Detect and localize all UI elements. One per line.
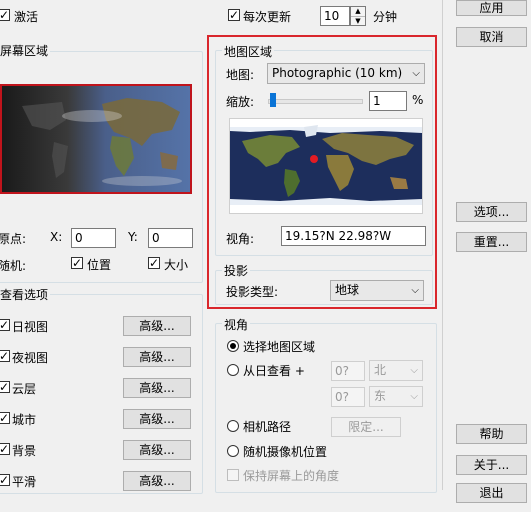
screen-preview[interactable]: [0, 84, 192, 194]
view-option-more-button[interactable]: 高级...: [123, 378, 191, 398]
minutes-label: 分钟: [373, 10, 398, 24]
spin-down-icon[interactable]: ▼: [351, 17, 365, 26]
spin-up-icon[interactable]: ▲: [351, 7, 365, 17]
x-label: X:: [50, 230, 63, 244]
chevron-down-icon: ⌵: [412, 68, 420, 79]
zoom-unit: %: [412, 93, 424, 107]
select-map-area-label: 选择地图区域: [243, 340, 316, 354]
longitude-input[interactable]: 0?: [331, 387, 365, 407]
projection-type-value: 地球: [335, 283, 360, 297]
projection-type-label: 投影类型:: [226, 285, 279, 299]
latitude-direction-select[interactable]: 北 ⌵: [369, 360, 423, 381]
view-option-more-button[interactable]: 高级...: [123, 347, 191, 367]
map-select[interactable]: Photographic (10 km) ⌵: [267, 63, 425, 84]
map-area-title: 地图区域: [222, 43, 275, 60]
zoom-input[interactable]: 1: [369, 91, 407, 111]
random-camera-label: 随机摄像机位置: [243, 445, 328, 459]
update-interval-spinner[interactable]: ▲ ▼: [350, 6, 366, 26]
view-option-label: 背景: [12, 444, 37, 458]
activate-label: 激活: [14, 10, 39, 24]
options-button[interactable]: 选项...: [456, 202, 527, 222]
y-label: Y:: [128, 230, 138, 244]
from-sun-label: 从日查看 +: [243, 364, 305, 378]
update-every-checkbox[interactable]: [228, 7, 240, 23]
view-option-more-button[interactable]: 高级...: [123, 409, 191, 429]
world-map-image: [230, 125, 422, 205]
origin-label: 原点:: [0, 232, 27, 246]
origin-y-input[interactable]: 0: [148, 228, 193, 248]
activate-checkbox[interactable]: [0, 7, 10, 23]
chevron-down-icon: ⌵: [410, 391, 418, 402]
random-camera-radio[interactable]: [227, 445, 239, 457]
view-option-more-button[interactable]: 高级...: [123, 316, 191, 336]
random-position-checkbox[interactable]: [71, 255, 83, 271]
update-every-label: 每次更新: [243, 10, 292, 24]
map-preview[interactable]: [229, 118, 423, 214]
view-option-checkbox[interactable]: [0, 317, 10, 333]
view-title: 视角: [222, 316, 251, 333]
keep-angle-checkbox[interactable]: [227, 469, 239, 481]
screen-area-title: 屏幕区域: [0, 42, 51, 59]
map-label: 地图:: [226, 68, 255, 82]
apply-button[interactable]: 应用: [456, 0, 527, 16]
random-size-label: 大小: [164, 258, 189, 272]
view-option-checkbox[interactable]: [0, 441, 10, 457]
view-option-checkbox[interactable]: [0, 379, 10, 395]
view-option-label: 夜视图: [12, 351, 49, 365]
zoom-slider-thumb[interactable]: [269, 93, 276, 107]
longitude-direction-select[interactable]: 东 ⌵: [369, 386, 423, 407]
help-button[interactable]: 帮助: [456, 424, 527, 444]
view-angle-label: 视角:: [226, 232, 255, 246]
screen-preview-map: [2, 86, 190, 192]
right-separator: [442, 0, 443, 490]
view-option-more-button[interactable]: 高级...: [123, 471, 191, 491]
random-position-label: 位置: [87, 258, 112, 272]
exit-button[interactable]: 退出: [456, 483, 527, 503]
latitude-input[interactable]: 0?: [331, 361, 365, 381]
camera-path-label: 相机路径: [243, 420, 292, 434]
from-sun-radio[interactable]: [227, 364, 239, 376]
select-map-area-radio[interactable]: [227, 340, 239, 352]
map-location-marker[interactable]: [310, 155, 318, 163]
chevron-down-icon: ⌵: [410, 365, 418, 376]
view-option-label: 城市: [12, 413, 37, 427]
view-option-checkbox[interactable]: [0, 348, 10, 364]
longitude-direction-value: 东: [374, 389, 387, 403]
view-option-checkbox[interactable]: [0, 472, 10, 488]
view-option-more-button[interactable]: 高级...: [123, 440, 191, 460]
update-interval-input[interactable]: 10: [320, 6, 350, 26]
origin-x-input[interactable]: 0: [71, 228, 116, 248]
random-size-checkbox[interactable]: [148, 255, 160, 271]
random-label: 随机:: [0, 259, 27, 273]
view-angle-input[interactable]: 19.15?N 22.98?W: [281, 226, 426, 246]
latitude-direction-value: 北: [374, 363, 387, 377]
keep-angle-label: 保持屏幕上的角度: [243, 469, 340, 483]
view-option-checkbox[interactable]: [0, 410, 10, 426]
view-options-title: 查看选项: [0, 286, 51, 303]
view-option-label: 平滑: [12, 475, 37, 489]
projection-type-select[interactable]: 地球 ⌵: [330, 280, 424, 301]
about-button[interactable]: 关于...: [456, 455, 527, 475]
zoom-label: 缩放:: [226, 95, 255, 109]
camera-path-radio[interactable]: [227, 420, 239, 432]
projection-title: 投影: [222, 262, 251, 279]
zoom-slider-track[interactable]: [268, 99, 363, 104]
view-option-label: 云层: [12, 382, 37, 396]
fixed-button[interactable]: 限定...: [331, 417, 401, 437]
chevron-down-icon: ⌵: [411, 285, 419, 296]
reset-button[interactable]: 重置...: [456, 232, 527, 252]
cancel-button[interactable]: 取消: [456, 27, 527, 47]
view-option-label: 日视图: [12, 320, 49, 334]
map-select-value: Photographic (10 km): [272, 66, 403, 80]
